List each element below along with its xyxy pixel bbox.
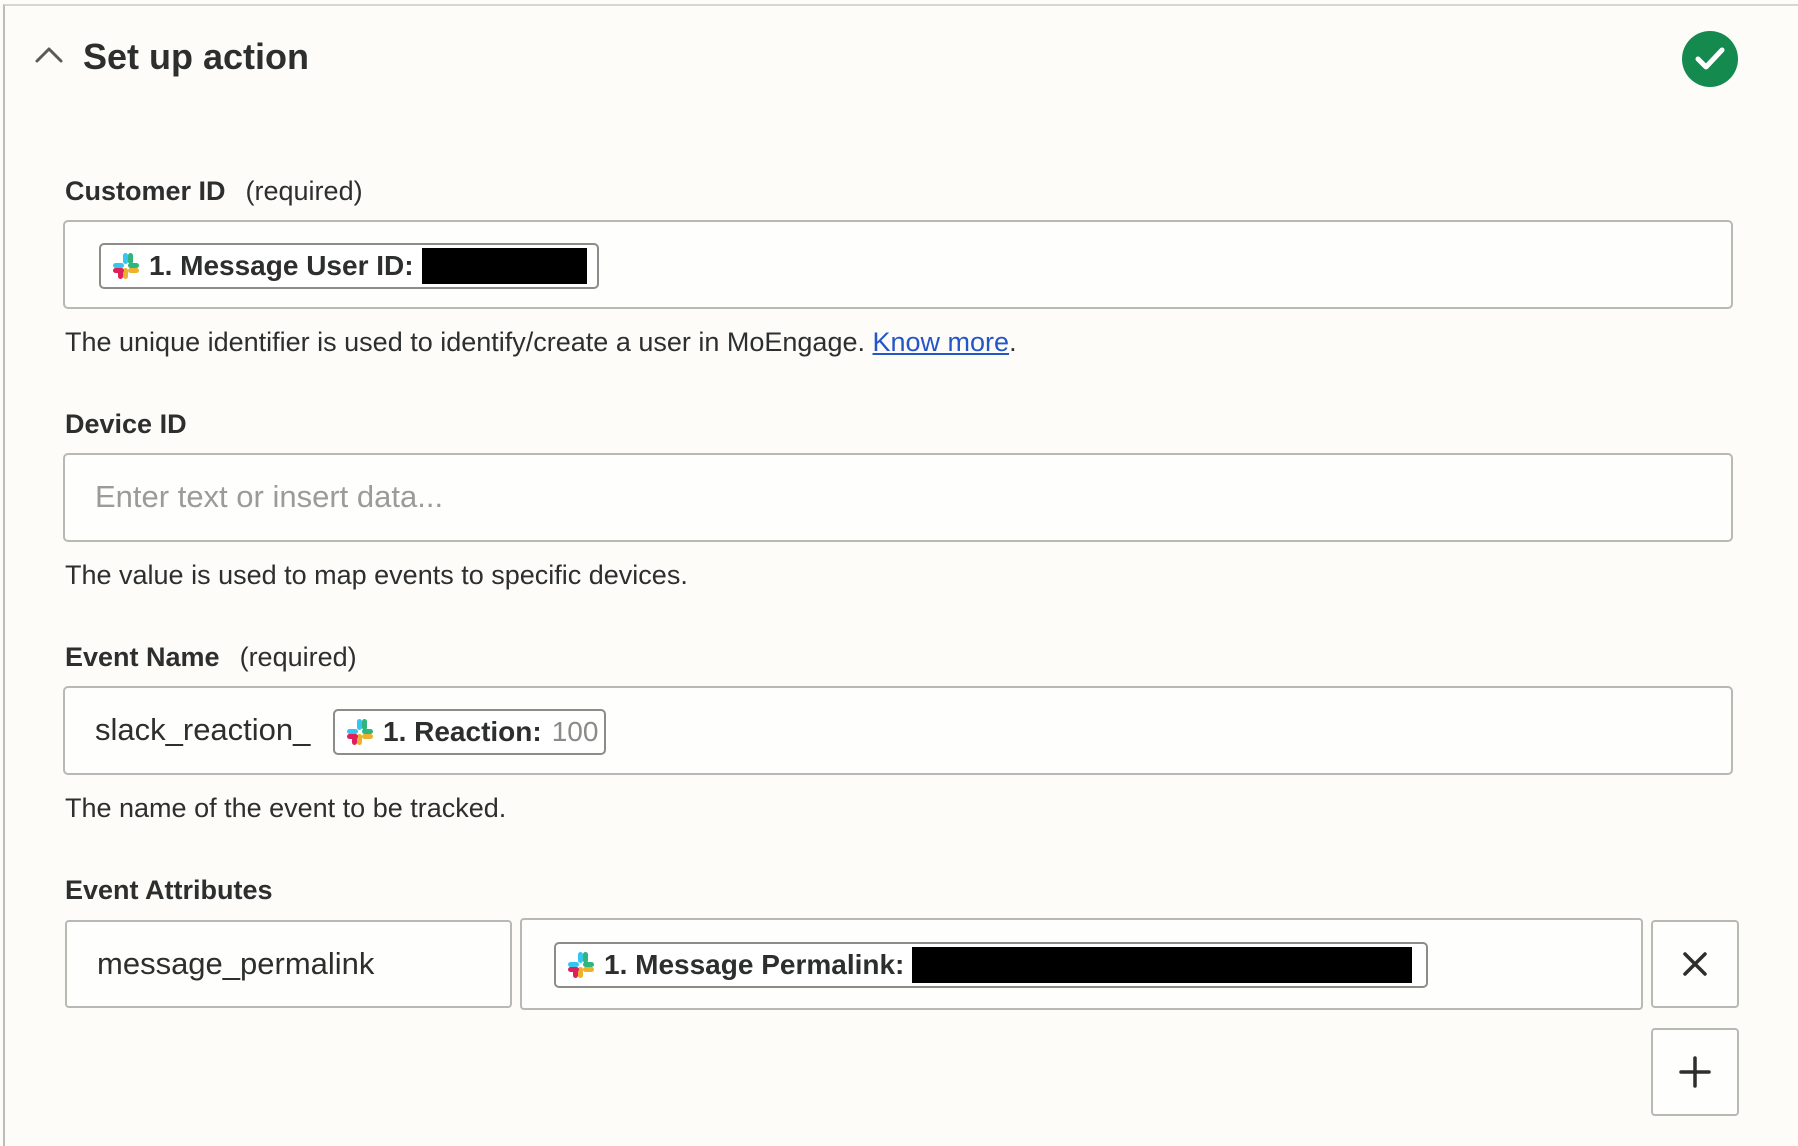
plus-icon (1679, 1056, 1711, 1088)
device-id-field[interactable]: Enter text or insert data... (63, 453, 1733, 542)
data-pill-message-permalink[interactable]: 1. Message Permalink: (554, 942, 1428, 988)
remove-attribute-button[interactable] (1651, 920, 1739, 1008)
event-name-help: The name of the event to be tracked. (65, 793, 507, 823)
data-pill-message-user-id[interactable]: 1. Message User ID: (99, 243, 599, 289)
device-id-placeholder: Enter text or insert data... (95, 479, 444, 514)
attribute-key-input[interactable]: message_permalink (65, 920, 512, 1008)
event-name-label: Event Name (required) (65, 642, 357, 672)
event-name-field[interactable]: slack_reaction_ 1. Reaction: 100 (63, 686, 1733, 775)
event-attributes-label: Event Attributes (65, 875, 273, 905)
close-icon (1683, 952, 1707, 976)
add-attribute-button[interactable] (1651, 1028, 1739, 1116)
required-tag: (required) (239, 642, 357, 672)
pill-label: 1. Message Permalink: (604, 949, 905, 980)
slack-icon (113, 253, 139, 279)
check-circle-icon (1682, 31, 1738, 87)
know-more-link[interactable]: Know more (873, 327, 1010, 357)
redacted-value (912, 947, 1413, 983)
device-id-help: The value is used to map events to speci… (65, 560, 688, 590)
device-id-label: Device ID (65, 409, 187, 439)
pill-label: 1. Reaction: (383, 716, 542, 747)
section-title[interactable]: Set up action (83, 36, 309, 78)
required-tag: (required) (245, 176, 363, 206)
attribute-key-value: message_permalink (97, 946, 375, 981)
pill-value: 100 (551, 716, 599, 747)
slack-icon (568, 952, 594, 978)
customer-id-label: Customer ID (required) (65, 176, 363, 206)
data-pill-reaction[interactable]: 1. Reaction: 100 (333, 709, 606, 755)
customer-id-field[interactable]: 1. Message User ID: (63, 220, 1733, 309)
event-name-prefix: slack_reaction_ (95, 712, 311, 747)
chevron-up-icon[interactable] (34, 44, 64, 64)
redacted-value (421, 248, 587, 284)
customer-id-help: The unique identifier is used to identif… (65, 327, 1017, 357)
attribute-value-field[interactable]: 1. Message Permalink: (520, 918, 1643, 1010)
pill-label: 1. Message User ID: (149, 250, 414, 281)
slack-icon (347, 719, 373, 745)
